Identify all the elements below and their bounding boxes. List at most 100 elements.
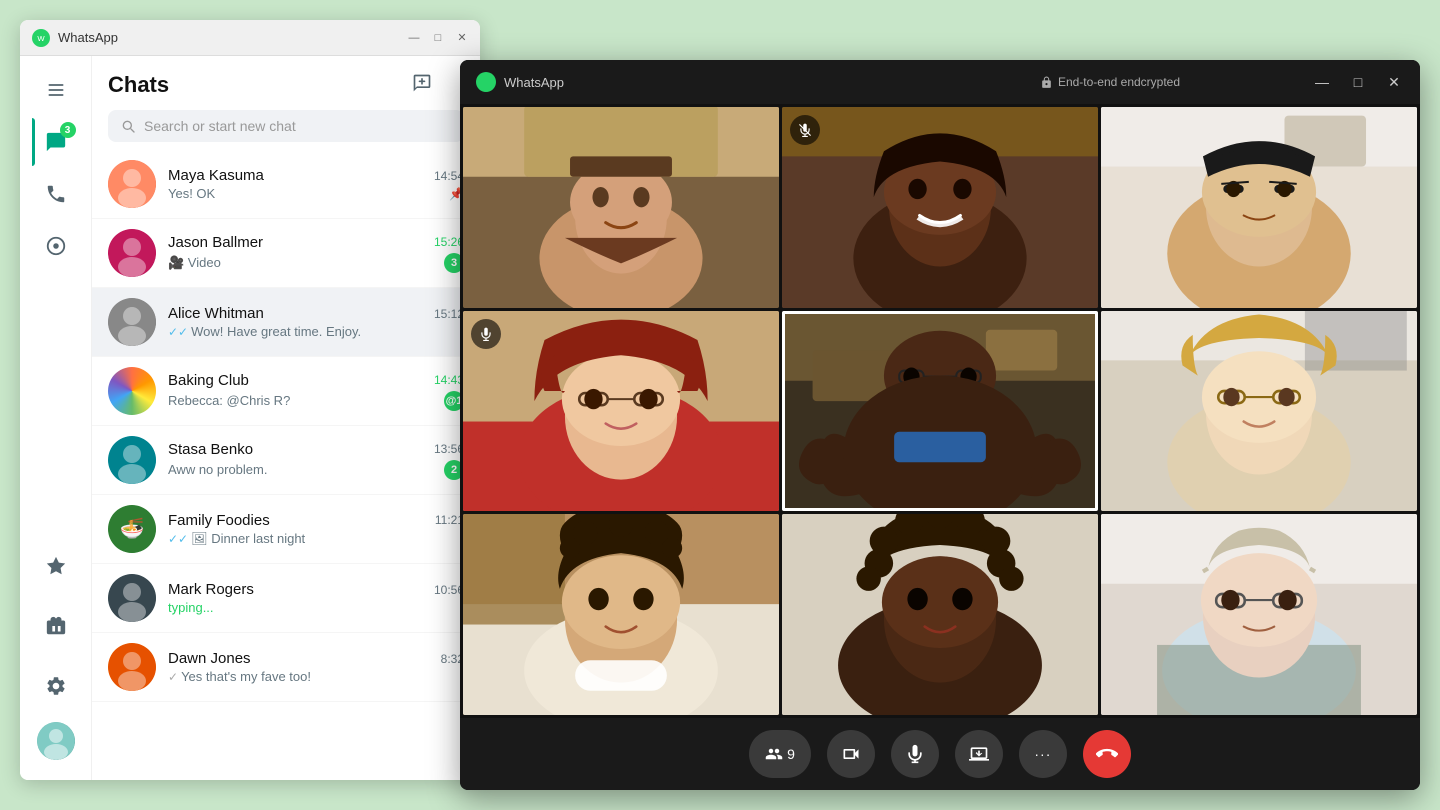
user-avatar[interactable]: [37, 722, 75, 760]
mute-indicator-2: [790, 115, 820, 145]
chat-header-top: Chats: [108, 72, 464, 98]
main-window-controls[interactable]: — □ ✕: [408, 32, 468, 44]
chat-preview-mark: typing...: [168, 600, 464, 615]
chat-list: Maya Kasuma 14:54 Yes! OK 📌: [92, 150, 480, 780]
chat-item-alice[interactable]: Alice Whitman 15:12 ✓✓ Wow! Have great t…: [92, 288, 480, 357]
chat-info-alice: Alice Whitman 15:12 ✓✓ Wow! Have great t…: [168, 305, 464, 339]
avatar-alice: [108, 298, 156, 346]
wa-body: 3: [20, 56, 480, 780]
lock-icon: [1040, 76, 1053, 89]
avatar-mark: [108, 574, 156, 622]
video-minimize-btn[interactable]: —: [1312, 72, 1332, 92]
camera-icon: [841, 744, 861, 764]
avatar-dawn: [108, 643, 156, 691]
video-cell-7: [463, 514, 779, 715]
chat-item-jason[interactable]: Jason Ballmer 15:26 🎥 Video 3: [92, 219, 480, 288]
chat-preview-baking: Rebecca: @Chris R?: [168, 393, 444, 408]
chat-preview-family: ✓✓ 🖼 Dinner last night: [168, 531, 464, 547]
video-toggle-btn[interactable]: [827, 730, 875, 778]
person-9-video: [1101, 514, 1417, 715]
chat-preview-maya: Yes! OK: [168, 186, 449, 201]
person-1-video: [463, 107, 779, 308]
chat-name-dawn: Dawn Jones: [168, 650, 251, 667]
chat-name-baking: Baking Club: [168, 372, 249, 389]
video-cell-9: [1101, 514, 1417, 715]
sidebar-archived-btn[interactable]: [32, 602, 80, 650]
sidebar-menu-btn[interactable]: [32, 66, 80, 114]
end-call-icon: [1096, 743, 1118, 765]
video-window-controls[interactable]: — □ ✕: [1312, 72, 1404, 92]
person-4-video: [463, 311, 779, 512]
main-titlebar: W WhatsApp — □ ✕: [20, 20, 480, 56]
avatar-stasa: [108, 436, 156, 484]
video-titlebar: WhatsApp End-to-end endcrypted — □ ✕: [460, 60, 1420, 104]
video-grid: [460, 104, 1420, 718]
minimize-btn[interactable]: —: [408, 32, 420, 44]
sidebar-settings-btn[interactable]: [32, 662, 80, 710]
person-2-video: [782, 107, 1098, 308]
whatsapp-video-logo: [476, 72, 496, 92]
avatar-family: 🍜: [108, 505, 156, 553]
search-bar[interactable]: [108, 110, 464, 142]
encryption-text: End-to-end endcrypted: [1058, 75, 1180, 89]
chat-preview-jason: 🎥 Video: [168, 255, 444, 271]
chat-info-family: Family Foodies 11:21 ✓✓ 🖼 Dinner last ni…: [168, 512, 464, 547]
video-call-window: WhatsApp End-to-end endcrypted — □ ✕: [460, 60, 1420, 790]
chat-item-stasa[interactable]: Stasa Benko 13:56 Aww no problem. 2: [92, 426, 480, 495]
search-input[interactable]: [144, 118, 452, 134]
chat-item-baking[interactable]: Baking Club 14:43 Rebecca: @Chris R? @1: [92, 357, 480, 426]
screen-share-icon: [969, 744, 989, 764]
mute-toggle-btn[interactable]: [891, 730, 939, 778]
chat-header: Chats: [92, 56, 480, 150]
chat-item-maya[interactable]: Maya Kasuma 14:54 Yes! OK 📌: [92, 150, 480, 219]
chat-item-family[interactable]: 🍜 Family Foodies 11:21 ✓✓ 🖼 Dinner last …: [92, 495, 480, 564]
sidebar-chats-btn[interactable]: 3: [32, 118, 80, 166]
maximize-btn[interactable]: □: [432, 32, 444, 44]
participants-icon: [765, 745, 783, 763]
chat-panel: Chats: [92, 56, 480, 780]
sidebar-starred-btn[interactable]: [32, 542, 80, 590]
chat-header-actions: [412, 73, 464, 98]
main-window-title: WhatsApp: [58, 30, 408, 45]
video-close-btn[interactable]: ✕: [1384, 72, 1404, 92]
whatsapp-logo-small: W: [32, 29, 50, 47]
video-cell-6: [1101, 311, 1417, 512]
sidebar-nav: 3: [20, 56, 92, 780]
call-controls-bar: 9 ···: [460, 718, 1420, 790]
video-maximize-btn[interactable]: □: [1348, 72, 1368, 92]
chat-preview-stasa: Aww no problem.: [168, 462, 444, 477]
participants-count: 9: [787, 746, 795, 762]
mute-indicator-4: [471, 319, 501, 349]
chat-item-dawn[interactable]: Dawn Jones 8:32 ✓ Yes that's my fave too…: [92, 633, 480, 702]
avatar-maya: [108, 160, 156, 208]
chat-name-maya: Maya Kasuma: [168, 167, 264, 184]
chat-item-mark[interactable]: Mark Rogers 10:56 typing...: [92, 564, 480, 633]
sidebar-status-btn[interactable]: [32, 222, 80, 270]
chat-info-dawn: Dawn Jones 8:32 ✓ Yes that's my fave too…: [168, 650, 464, 684]
participants-btn[interactable]: 9: [749, 730, 811, 778]
screen-share-btn[interactable]: [955, 730, 1003, 778]
chat-info-mark: Mark Rogers 10:56 typing...: [168, 581, 464, 615]
chat-preview-dawn: ✓ Yes that's my fave too!: [168, 669, 464, 684]
person-8-video: [782, 514, 1098, 715]
chat-name-stasa: Stasa Benko: [168, 441, 253, 458]
svg-text:W: W: [37, 33, 45, 42]
new-chat-icon[interactable]: [412, 73, 432, 98]
video-cell-2: [782, 107, 1098, 308]
end-call-btn[interactable]: [1083, 730, 1131, 778]
search-icon: [120, 118, 136, 134]
chat-name-mark: Mark Rogers: [168, 581, 254, 598]
person-7-video: [463, 514, 779, 715]
video-cell-8: [782, 514, 1098, 715]
encryption-indicator: End-to-end endcrypted: [908, 75, 1312, 89]
close-btn[interactable]: ✕: [456, 32, 468, 44]
video-app-title: WhatsApp: [504, 75, 908, 90]
chat-name-jason: Jason Ballmer: [168, 234, 263, 251]
chat-name-family: Family Foodies: [168, 512, 270, 529]
sidebar-calls-btn[interactable]: [32, 170, 80, 218]
more-options-btn[interactable]: ···: [1019, 730, 1067, 778]
person-5-video: [782, 311, 1098, 512]
video-cell-1: [463, 107, 779, 308]
avatar-jason: [108, 229, 156, 277]
chat-info-maya: Maya Kasuma 14:54 Yes! OK 📌: [168, 167, 464, 201]
